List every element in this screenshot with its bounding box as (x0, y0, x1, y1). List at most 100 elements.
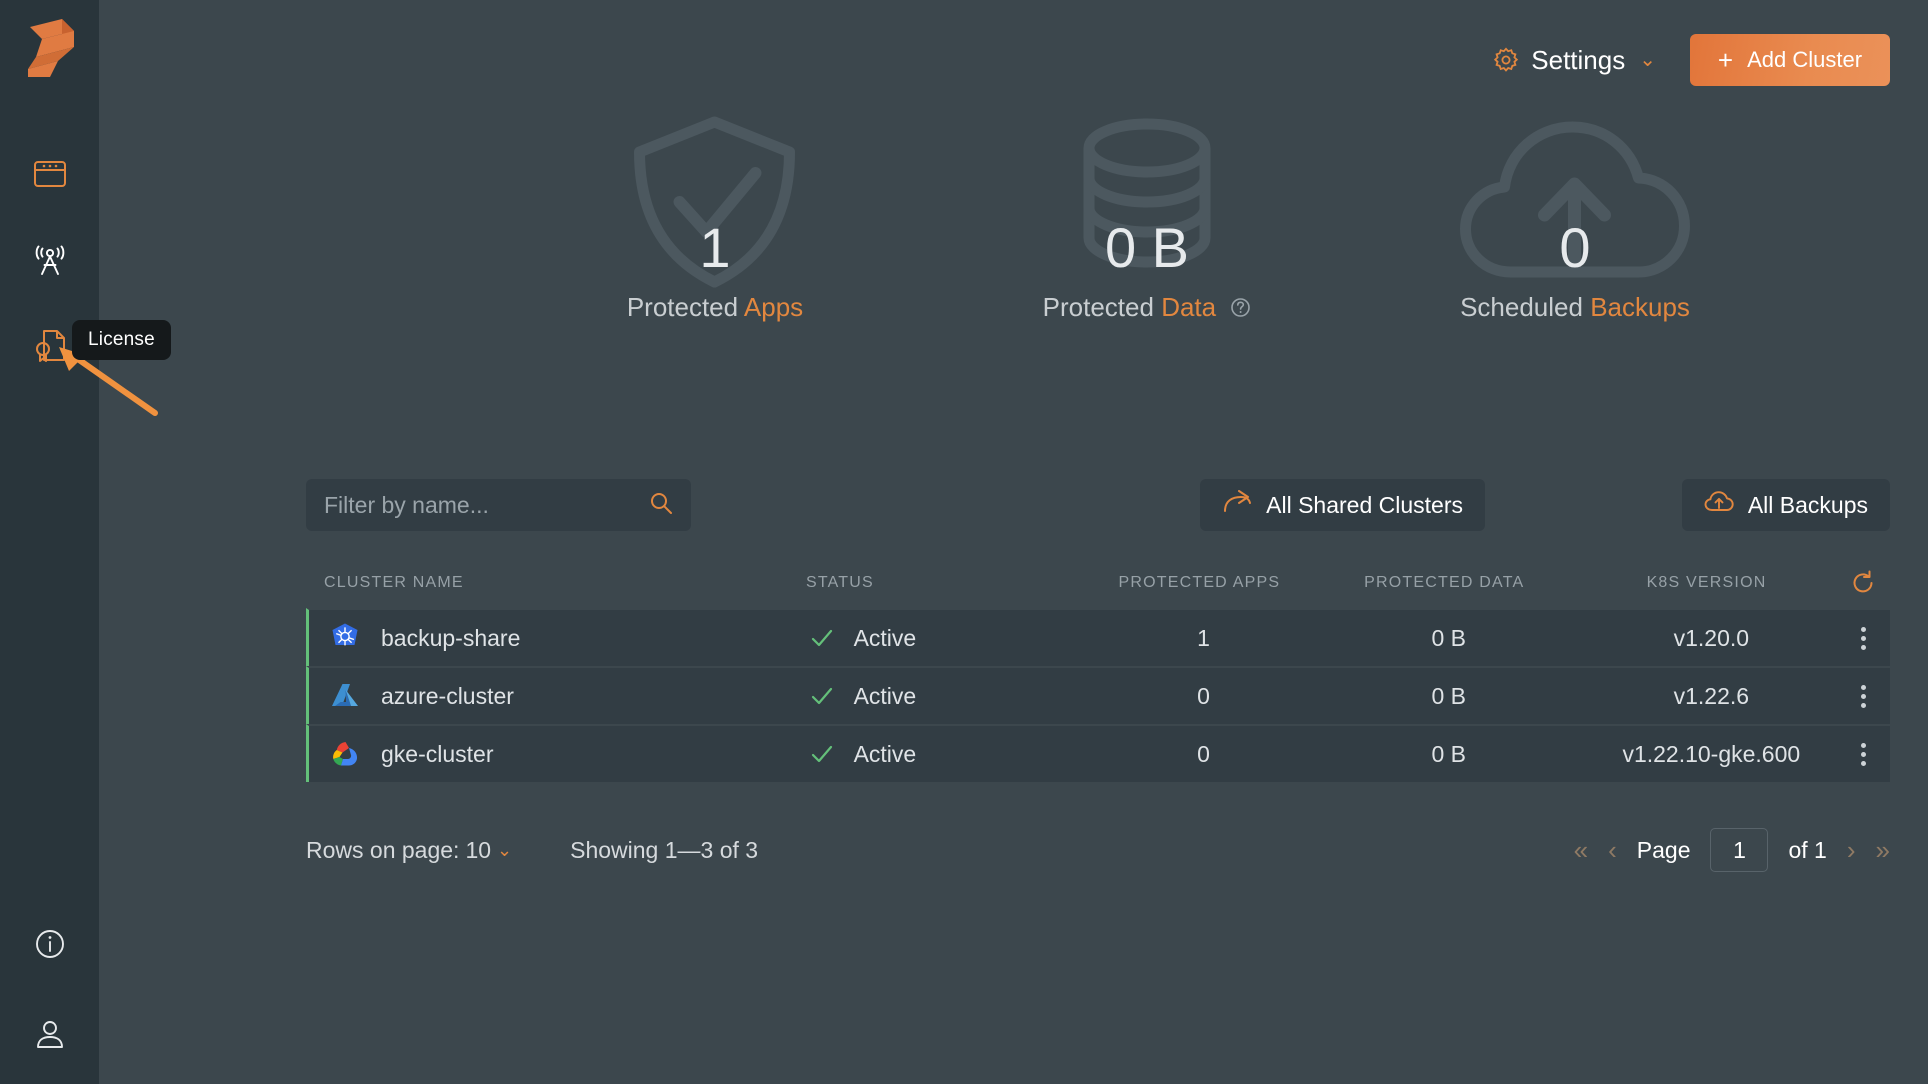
antenna-icon (32, 243, 68, 277)
all-backups-button[interactable]: All Backups (1682, 479, 1890, 531)
column-header-status: STATUS (806, 574, 1073, 592)
cell-status: Active (810, 625, 1078, 652)
search-box[interactable] (306, 479, 691, 531)
stat-label-primary: Scheduled (1460, 292, 1583, 322)
cell-protected-data: 0 B (1330, 741, 1568, 768)
page-number-input[interactable] (1710, 828, 1768, 872)
sidebar-item-info[interactable] (28, 922, 72, 966)
azure-logo-icon (327, 678, 363, 714)
last-page-button[interactable]: » (1876, 837, 1890, 863)
table-footer: Rows on page: 10 ⌄ Showing 1—3 of 3 « ‹ … (306, 820, 1890, 880)
settings-label: Settings (1531, 45, 1625, 76)
top-bar: Settings ⌄ + Add Cluster (99, 0, 1928, 120)
first-page-button[interactable]: « (1574, 837, 1588, 863)
stat-label-primary: Protected (627, 292, 738, 322)
check-icon (810, 742, 834, 766)
prev-page-button[interactable]: ‹ (1608, 837, 1617, 863)
stat-label: Protected Data (987, 292, 1307, 325)
cell-k8s-version: v1.20.0 (1568, 625, 1855, 652)
kebab-menu-icon (1855, 621, 1872, 656)
cell-protected-apps: 0 (1077, 741, 1330, 768)
row-menu-button[interactable] (1855, 679, 1890, 714)
cluster-name-text: backup-share (381, 625, 520, 652)
stat-scheduled-backups: 0 Scheduled Backups (1415, 120, 1735, 323)
license-tooltip: License (72, 320, 171, 360)
table-row[interactable]: backup-share Active 1 0 B v1.20.0 (306, 608, 1890, 666)
kebab-menu-icon (1855, 679, 1872, 714)
total-pages-label: of 1 (1788, 837, 1826, 864)
search-icon[interactable] (649, 491, 673, 520)
main-content: Settings ⌄ + Add Cluster 1 Protected (99, 0, 1928, 1084)
gear-icon (1493, 47, 1519, 73)
sidebar-nav-bottom (0, 922, 99, 1056)
cluster-name-text: gke-cluster (381, 741, 493, 768)
table-toolbar: All Shared Clusters All Backups (99, 479, 1928, 531)
add-cluster-button[interactable]: + Add Cluster (1690, 34, 1890, 86)
sidebar (0, 0, 99, 1084)
rows-per-page-selector[interactable]: Rows on page: 10 ⌄ (306, 837, 512, 864)
cell-k8s-version: v1.22.10-gke.600 (1568, 741, 1855, 768)
check-icon (810, 684, 834, 708)
cell-cluster-name: gke-cluster (309, 736, 810, 772)
cell-protected-apps: 0 (1077, 683, 1330, 710)
column-header-cluster-name: CLUSTER NAME (306, 574, 806, 592)
add-cluster-label: Add Cluster (1747, 47, 1862, 73)
column-header-protected-data: PROTECTED DATA (1326, 574, 1564, 592)
column-header-k8s-version: K8S VERSION (1563, 574, 1850, 592)
page-label: Page (1637, 837, 1691, 864)
kebab-menu-icon (1855, 737, 1872, 772)
status-text: Active (854, 741, 917, 768)
question-mark-icon[interactable] (1230, 294, 1251, 325)
settings-button[interactable]: Settings ⌄ (1487, 39, 1662, 82)
cell-status: Active (810, 741, 1078, 768)
cell-k8s-version: v1.22.6 (1568, 683, 1855, 710)
chevron-down-icon: ⌄ (497, 840, 512, 861)
chevron-down-icon: ⌄ (1639, 50, 1656, 70)
cell-protected-data: 0 B (1330, 625, 1568, 652)
stat-label-accent: Data (1161, 292, 1216, 322)
stat-protected-apps: 1 Protected Apps (555, 120, 875, 323)
stat-label: Protected Apps (555, 292, 875, 323)
all-shared-clusters-button[interactable]: All Shared Clusters (1200, 479, 1485, 531)
cell-cluster-name: backup-share (309, 620, 810, 656)
all-backups-label: All Backups (1748, 492, 1868, 519)
pagination: « ‹ Page of 1 › » (1574, 828, 1890, 872)
rows-per-page-label: Rows on page: (306, 837, 459, 864)
stat-protected-data: 0 B Protected Data (987, 120, 1307, 325)
stat-value: 0 B (987, 120, 1307, 276)
sidebar-nav-top (28, 152, 72, 368)
kubernetes-logo-icon (327, 620, 363, 656)
sidebar-item-account[interactable] (28, 1012, 72, 1056)
triosk-logo-icon (22, 17, 78, 79)
dashboard-icon (33, 159, 67, 189)
cloud-upload-icon (1704, 490, 1734, 520)
stat-label-primary: Protected (1043, 292, 1154, 322)
refresh-button[interactable] (1850, 570, 1890, 596)
app-logo[interactable] (14, 12, 86, 84)
cell-protected-apps: 1 (1077, 625, 1330, 652)
search-input[interactable] (324, 492, 649, 519)
license-icon (32, 328, 68, 364)
sidebar-item-live[interactable] (28, 238, 72, 282)
share-arrow-icon (1222, 490, 1252, 520)
status-text: Active (854, 625, 917, 652)
row-menu-button[interactable] (1855, 621, 1890, 656)
table-row[interactable]: gke-cluster Active 0 0 B v1.22.10-gke.60… (306, 724, 1890, 782)
table-row[interactable]: azure-cluster Active 0 0 B v1.22.6 (306, 666, 1890, 724)
rows-per-page-value: 10 (465, 837, 491, 864)
user-icon (33, 1017, 67, 1051)
app-root: License Settings ⌄ + Add Cluster (0, 0, 1928, 1084)
stat-label: Scheduled Backups (1415, 292, 1735, 323)
cell-cluster-name: azure-cluster (309, 678, 810, 714)
column-header-protected-apps: PROTECTED APPS (1073, 574, 1325, 592)
sidebar-item-license[interactable] (28, 324, 72, 368)
stat-value: 1 (555, 120, 875, 276)
clusters-table: CLUSTER NAME STATUS PROTECTED APPS PROTE… (306, 558, 1890, 782)
sidebar-item-dashboard[interactable] (28, 152, 72, 196)
check-icon (810, 626, 834, 650)
all-shared-clusters-label: All Shared Clusters (1266, 492, 1463, 519)
next-page-button[interactable]: › (1847, 837, 1856, 863)
showing-range-label: Showing 1—3 of 3 (570, 837, 758, 864)
row-menu-button[interactable] (1855, 737, 1890, 772)
info-icon (33, 927, 67, 961)
